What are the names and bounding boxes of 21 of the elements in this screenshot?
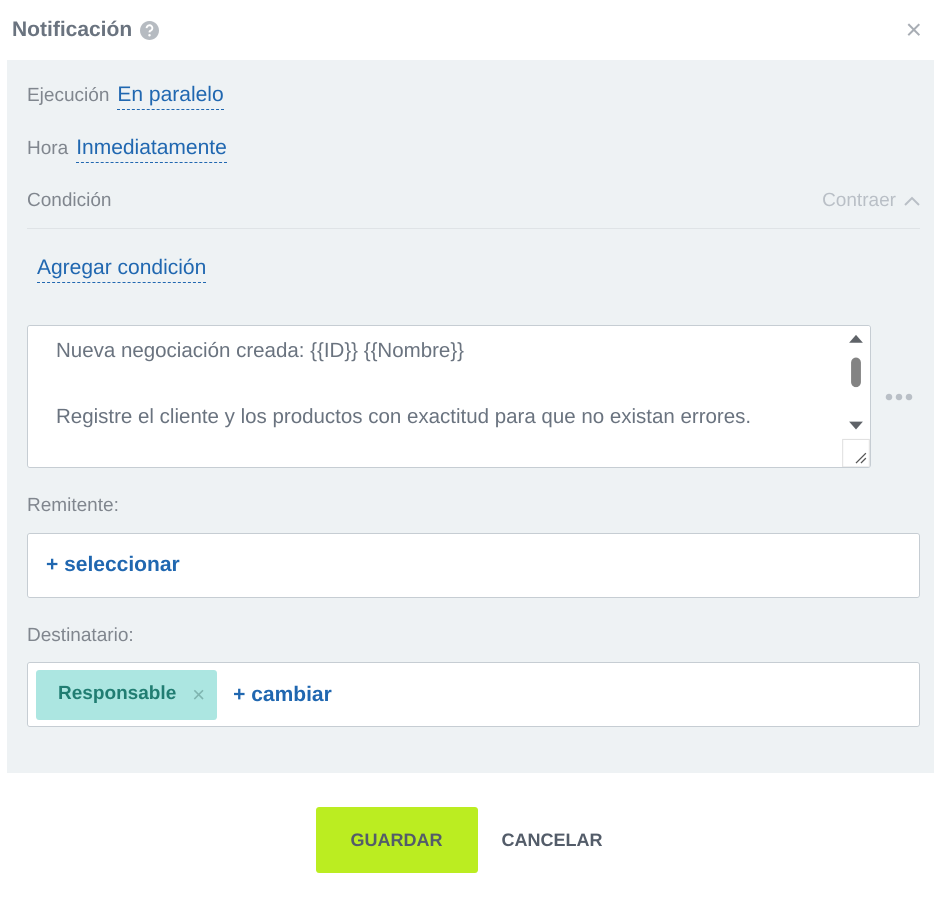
sender-label: Remitente: <box>27 494 120 518</box>
message-text: Registre el cliente y los productos con exactitud para que no existan errores. <box>56 404 752 430</box>
change-link[interactable]: + cambiar <box>233 678 332 710</box>
more-icon[interactable] <box>885 392 913 400</box>
save-button[interactable]: GUARDAR <box>316 807 478 873</box>
setting-link[interactable]: Inmediatamente <box>76 134 227 163</box>
message-text: Nueva negociación creada: {{ID}} {{Nombre}} <box>56 338 466 364</box>
message-field[interactable]: Nueva negociación creada: {{ID}} {{Nombre}} Registre el cliente y los productos con exactitud para que no existan errores. <box>27 325 871 468</box>
condition-label: Condición <box>27 189 112 213</box>
tag-label: Responsable <box>58 682 176 706</box>
setting-label: Ejecución <box>27 84 110 108</box>
select-link[interactable]: + seleccionar <box>46 549 180 581</box>
setting-link[interactable]: En paralelo <box>117 82 224 110</box>
cancel-button[interactable]: CANCELAR <box>486 826 618 854</box>
add-condition-link[interactable]: Agregar condición <box>37 254 206 283</box>
scrollbar[interactable] <box>842 326 870 467</box>
dialog-title: Notificación <box>12 17 132 44</box>
recipient-label: Destinatario: <box>27 624 135 648</box>
chevron-icon[interactable] <box>904 196 920 206</box>
help-icon[interactable] <box>140 20 160 40</box>
setting-label: Hora <box>27 136 68 160</box>
